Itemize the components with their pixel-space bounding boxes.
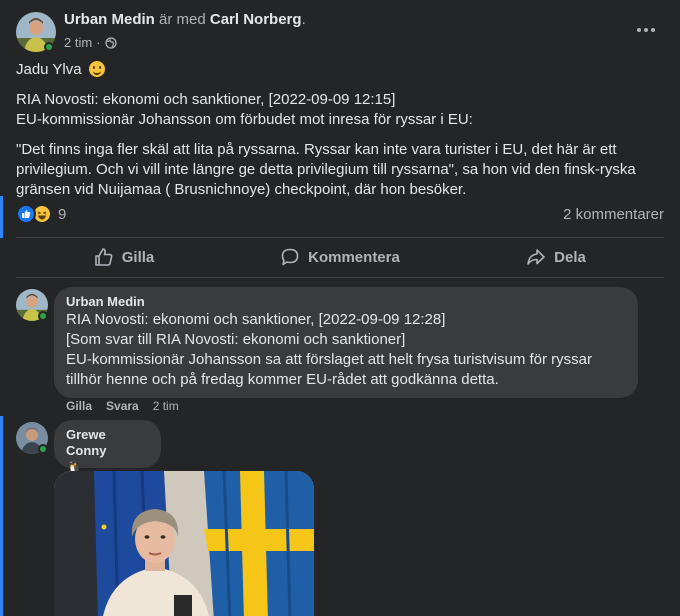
post-time[interactable]: 2 tim [64, 35, 92, 50]
smile-emoji-icon [88, 61, 105, 77]
post-text-line2: RIA Novosti: ekonomi och sanktioner, [20… [16, 91, 396, 108]
comment-button[interactable]: Kommentera [232, 238, 448, 276]
highlight-bar [0, 416, 3, 616]
comment-text: RIA Novosti: ekonomi och sanktioner, [20… [66, 311, 593, 388]
author-name[interactable]: Urban Medin [64, 11, 155, 28]
online-status-dot [38, 311, 48, 321]
thumbs-up-icon [94, 248, 113, 266]
post-text-line3: EU-kommissionär Johansson om förbudet mo… [16, 111, 473, 128]
highlight-bar [0, 196, 3, 238]
post-text-line1: Jadu Ylva [16, 61, 82, 78]
with-text: är med [159, 11, 206, 28]
divider-bottom [16, 277, 664, 278]
comment-author[interactable]: Urban Medin [66, 294, 626, 310]
reaction-count: 9 [58, 205, 67, 223]
comment-photo[interactable] [54, 471, 314, 616]
post-body: Jadu Ylva RIA Novosti: ekonomi och sankt… [16, 60, 664, 200]
action-bar: Gilla Kommentera Dela [16, 238, 664, 276]
tagged-person[interactable]: Carl Norberg [210, 11, 302, 28]
post-meta: 2 tim · [64, 35, 117, 50]
reactions-summary[interactable]: 9 [16, 204, 66, 224]
facebook-post: Urban Medin är med Carl Norberg. 2 tim ·… [0, 0, 680, 616]
like-icon [16, 204, 36, 224]
online-status-dot [38, 444, 48, 454]
comment-reply-link[interactable]: Svara [106, 399, 139, 413]
comment-author[interactable]: Grewe Conny [66, 427, 149, 459]
comment-bubble: Grewe Conny 🐧 [54, 420, 161, 475]
share-button-label: Dela [554, 248, 586, 266]
comment-time[interactable]: 2 tim [153, 399, 179, 413]
post-text-quote: "Det finns inga fler skäl att lita på ry… [16, 141, 636, 198]
share-icon [527, 249, 545, 265]
comment-bubble: Urban Medin RIA Novosti: ekonomi och san… [54, 287, 638, 398]
post-header: Urban Medin är med Carl Norberg. [64, 11, 306, 28]
like-button-label: Gilla [121, 248, 155, 266]
share-button[interactable]: Dela [448, 238, 664, 276]
comment-icon [281, 248, 299, 266]
comment-like-link[interactable]: Gilla [66, 399, 92, 413]
comment-actions: Gilla Svara 2 tim [66, 399, 179, 413]
like-button[interactable]: Gilla [16, 238, 232, 276]
meta-separator: · [96, 35, 101, 50]
more-options-icon[interactable] [632, 20, 660, 40]
globe-icon[interactable] [104, 36, 117, 49]
online-status-dot [44, 42, 54, 52]
tagged-suffix: . [301, 11, 306, 28]
comment-count-link[interactable]: 2 kommentarer [563, 206, 664, 223]
comment-button-label: Kommentera [308, 248, 400, 266]
